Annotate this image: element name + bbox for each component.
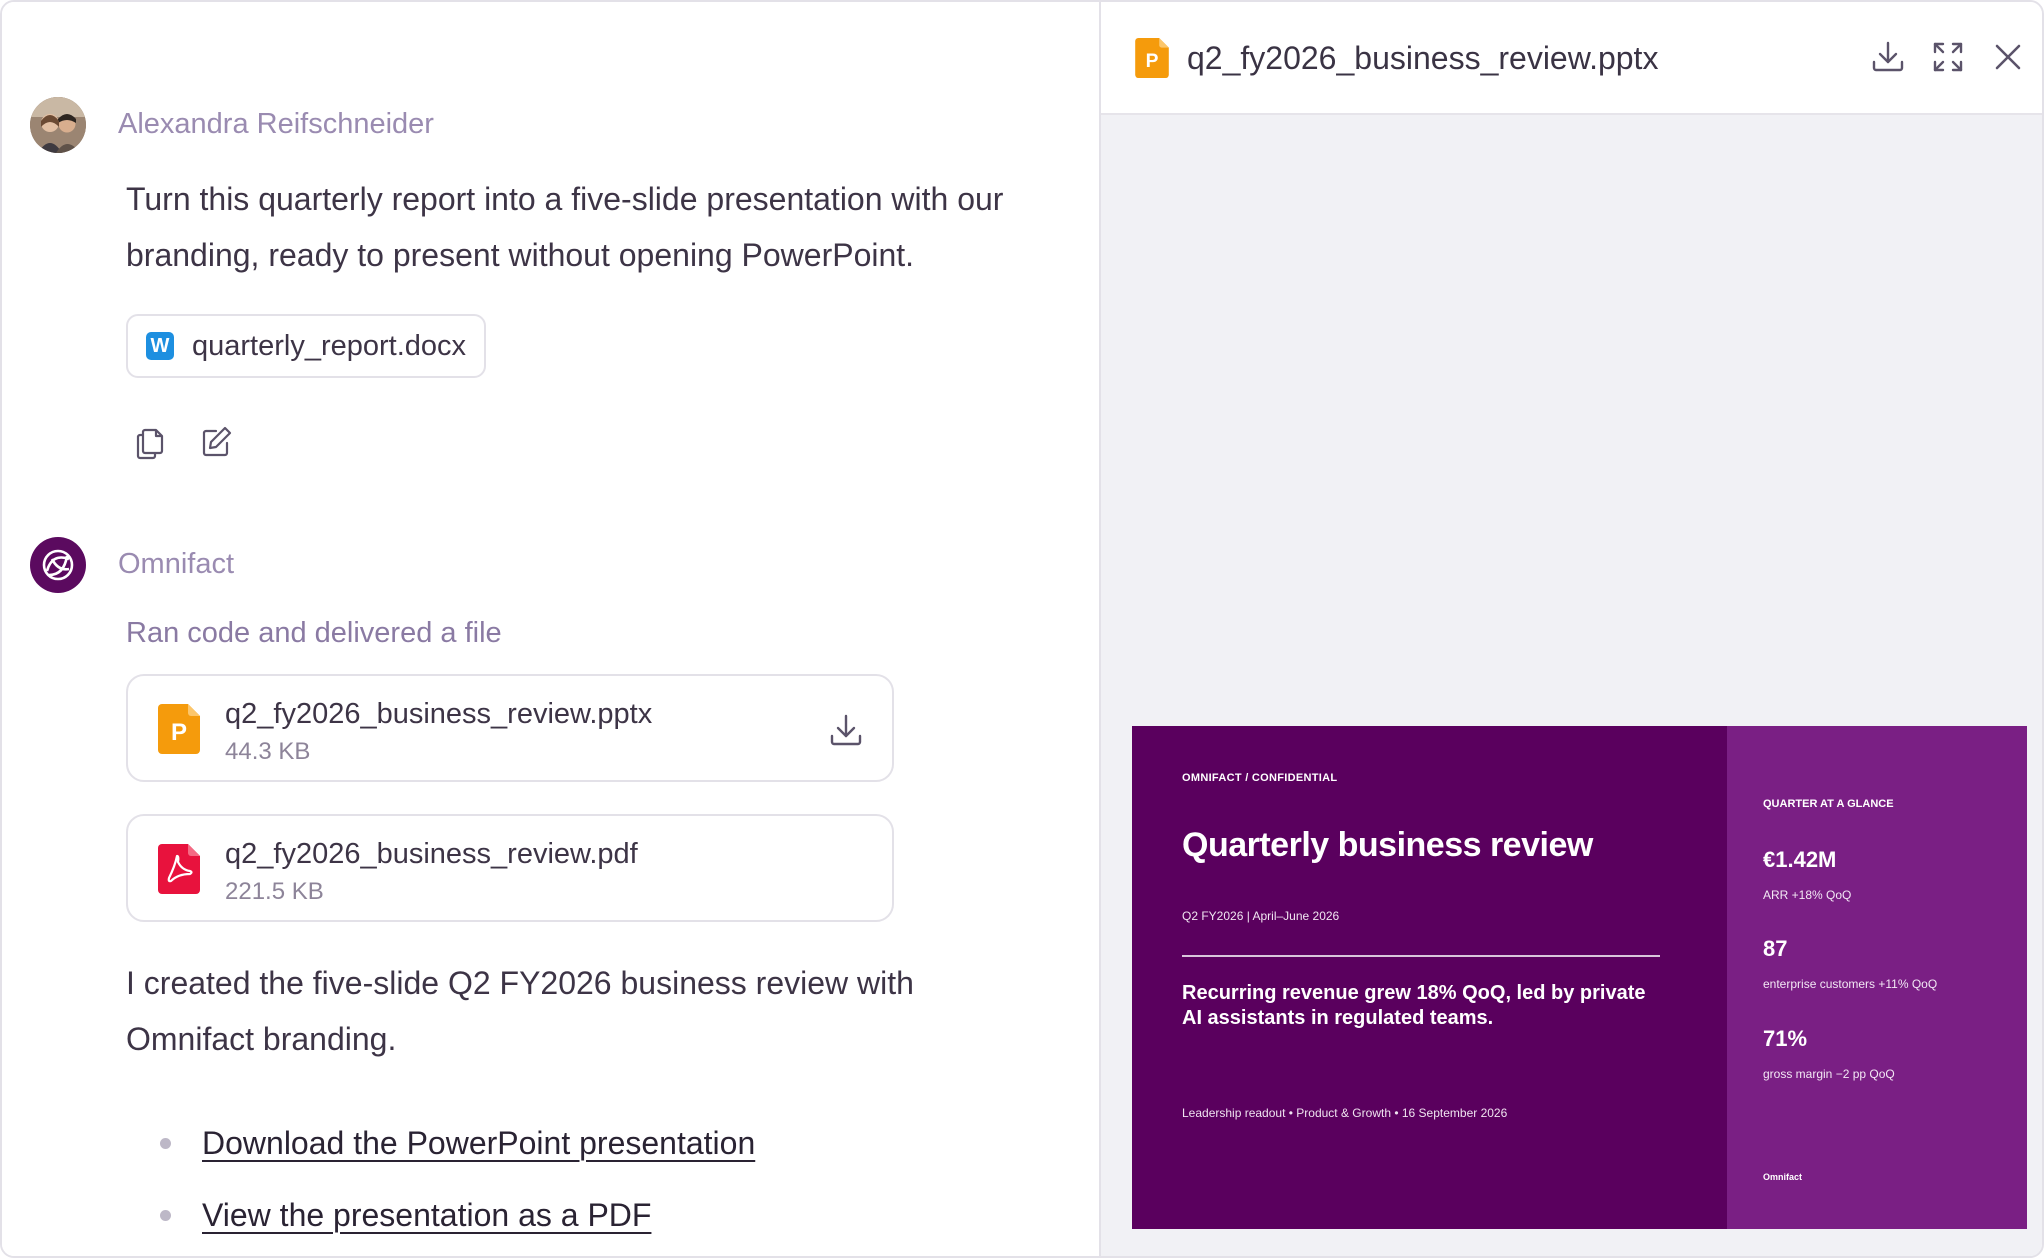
- attachment-chip[interactable]: W quarterly_report.docx: [126, 314, 487, 378]
- file-name: q2_fy2026_business_review.pdf: [225, 838, 638, 870]
- slide-title: Quarterly business review: [1182, 826, 1593, 864]
- slide-headline: Recurring revenue grew 18% QoQ, led by p…: [1182, 982, 1646, 1029]
- list-item: View the presentation as a PDF: [160, 1179, 755, 1251]
- download-icon[interactable]: [826, 710, 866, 750]
- file-card-pdf[interactable]: q2_fy2026_business_review.pdf 221.5 KB: [126, 814, 894, 922]
- powerpoint-file-icon: P: [158, 704, 200, 754]
- download-pptx-link[interactable]: Download the PowerPoint presentation: [202, 1125, 755, 1162]
- assistant-name: Omnifact: [118, 548, 235, 580]
- list-item: Download the PowerPoint presentation: [160, 1107, 755, 1179]
- slide-divider: [1182, 955, 1660, 957]
- kpi-caption: ARR +18% QoQ: [1763, 888, 1852, 902]
- view-pdf-link[interactable]: View the presentation as a PDF: [202, 1197, 651, 1234]
- file-size: 221.5 KB: [225, 878, 324, 905]
- preview-title: q2_fy2026_business_review.pptx: [1187, 40, 1659, 76]
- link-list: Download the PowerPoint presentation Vie…: [160, 1107, 755, 1251]
- preview-panel: P q2_fy2026_business_review.pptx OMNIFAC…: [1099, 2, 2042, 1256]
- attachment-name: quarterly_report.docx: [192, 329, 467, 362]
- powerpoint-file-icon: P: [1135, 38, 1169, 78]
- omnifact-logo-icon: [42, 549, 74, 581]
- kpi-caption: gross margin −2 pp QoQ: [1763, 1067, 1895, 1081]
- user-avatar: [30, 97, 86, 153]
- preview-header: P q2_fy2026_business_review.pptx: [1101, 2, 2042, 115]
- kpi-value: €1.42M: [1763, 847, 1837, 872]
- kpi-value: 87: [1763, 936, 1788, 961]
- slide-preview: OMNIFACT / CONFIDENTIAL Quarterly busine…: [1132, 726, 2027, 1229]
- assistant-message: I created the five-slide Q2 FY2026 busin…: [126, 965, 914, 1057]
- chat-panel: Alexandra Reifschneider Turn this quarte…: [2, 2, 1099, 1256]
- close-icon[interactable]: [1989, 38, 2027, 76]
- user-message: Turn this quarterly report into a five-s…: [126, 181, 1004, 273]
- kpi-value: 71%: [1763, 1026, 1808, 1051]
- slide-logo: Omnifact: [1763, 1172, 1803, 1182]
- fullscreen-icon[interactable]: [1929, 38, 1967, 76]
- file-size: 44.3 KB: [225, 738, 311, 765]
- copy-icon[interactable]: [132, 424, 168, 460]
- pdf-file-icon: [158, 844, 200, 894]
- svg-text:P: P: [171, 719, 187, 746]
- kpi-caption: enterprise customers +11% QoQ: [1763, 977, 1938, 991]
- slide-kpi-panel: QUARTER AT A GLANCE €1.42M ARR +18% QoQ …: [1727, 726, 2027, 1229]
- file-card-pptx[interactable]: P q2_fy2026_business_review.pptx 44.3 KB: [126, 674, 894, 782]
- bullet: [160, 1210, 171, 1221]
- user-name: Alexandra Reifschneider: [118, 108, 434, 140]
- slide-kicker: OMNIFACT / CONFIDENTIAL: [1182, 772, 1338, 784]
- slide-subtitle: Q2 FY2026 | April–June 2026: [1182, 909, 1340, 923]
- download-icon[interactable]: [1869, 38, 1907, 76]
- edit-icon[interactable]: [198, 424, 234, 460]
- app-window: Alexandra Reifschneider Turn this quarte…: [0, 0, 2044, 1258]
- message-actions: [132, 424, 234, 460]
- slide-footer: Leadership readout • Product & Growth • …: [1182, 1106, 1508, 1120]
- file-name: q2_fy2026_business_review.pptx: [225, 698, 653, 730]
- tool-status[interactable]: Ran code and delivered a file: [126, 617, 502, 650]
- svg-text:P: P: [1146, 51, 1159, 72]
- bullet: [160, 1138, 171, 1149]
- kpi-panel-label: QUARTER AT A GLANCE: [1763, 798, 1894, 810]
- omnifact-avatar: [30, 537, 86, 593]
- word-file-icon: W: [146, 332, 174, 360]
